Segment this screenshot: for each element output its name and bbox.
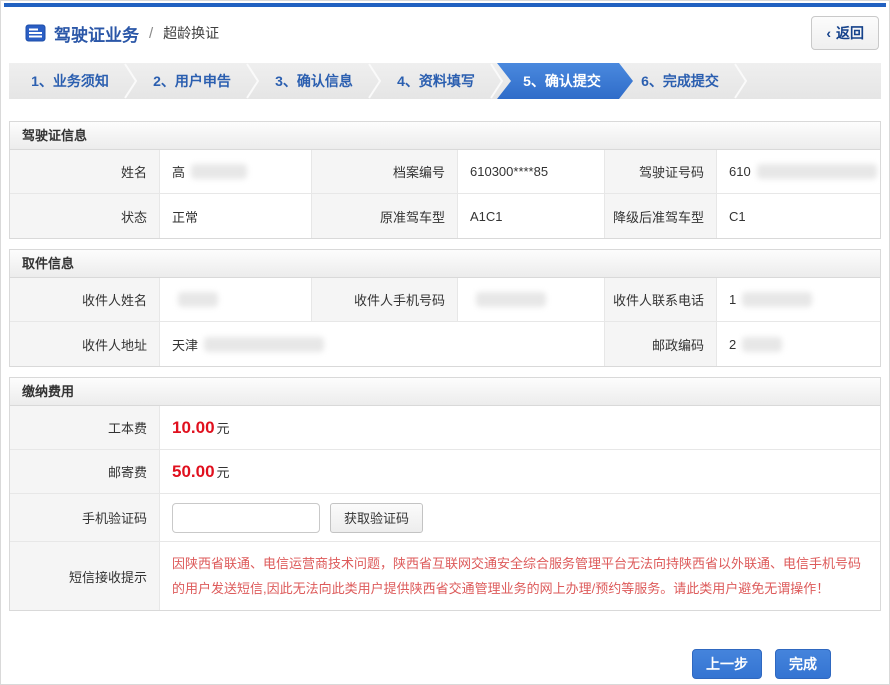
page-subtitle: 超龄换证 [163,23,219,43]
redacted-value [178,292,218,307]
recipient-name-value [160,278,312,321]
zip-label: 邮政编码 [605,322,717,366]
step-label: 5、确认提交 [523,71,601,91]
back-button-label: 返回 [836,23,864,43]
page: 驾驶证业务 / 超龄换证 ‹ 返回 1、业务须知 2、用户申告 3、确认信息 4… [0,0,890,685]
pickup-info-section: 取件信息 收件人姓名 收件人手机号码 收件人联系电话 1 收件人地址 天津 邮政… [9,249,881,367]
recipient-tel-label: 收件人联系电话 [605,278,717,321]
license-info-section: 驾驶证信息 姓名 高 档案编号 610300****85 驾驶证号码 610 状… [9,121,881,239]
step-separator-icon [124,63,138,102]
table-row: 姓名 高 档案编号 610300****85 驾驶证号码 610 [10,150,880,194]
work-fee-value: 10.00元 [160,406,880,449]
step-6-complete-submit: 6、完成提交 [619,63,741,99]
redacted-value [476,292,546,307]
license-no-value: 610 [717,150,880,193]
step-label: 6、完成提交 [641,71,719,91]
step-5-confirm-submit-active: 5、确认提交 [497,63,633,99]
section-title-pickup: 取件信息 [10,250,880,278]
table-row: 短信接收提示 因陕西省联通、电信运营商技术问题，陕西省互联网交通安全综合服务管理… [10,542,880,610]
table-row: 邮寄费 50.00元 [10,450,880,494]
steps-bar: 1、业务须知 2、用户申告 3、确认信息 4、资料填写 5、确认提交 6、完成提… [9,63,881,99]
table-row: 手机验证码 获取验证码 [10,494,880,542]
fees-section: 缴纳费用 工本费 10.00元 邮寄费 50.00元 手机验证码 获取验证码 短… [9,377,881,611]
step-4-fill-materials: 4、资料填写 [375,63,497,99]
chevron-left-icon: ‹ [826,26,831,40]
captcha-label: 手机验证码 [10,494,160,541]
license-no-label: 驾驶证号码 [605,150,717,193]
step-label: 1、业务须知 [31,71,109,91]
step-3-confirm-info: 3、确认信息 [253,63,375,99]
section-title-fees: 缴纳费用 [10,378,880,406]
step-separator-icon [734,63,748,102]
name-label: 姓名 [10,150,160,193]
postage-fee-value: 50.00元 [160,450,880,493]
step-separator-icon [368,63,382,102]
finish-button[interactable]: 完成 [775,649,831,679]
orig-class-value: A1C1 [458,194,605,238]
downgraded-class-value: C1 [717,194,880,238]
sms-notice-label: 短信接收提示 [10,542,160,610]
table-row: 状态 正常 原准驾车型 A1C1 降级后准驾车型 C1 [10,194,880,238]
get-captcha-button[interactable]: 获取验证码 [330,503,423,533]
page-title: 驾驶证业务 [54,21,139,46]
step-label: 2、用户申告 [153,71,231,91]
breadcrumb-separator: / [149,25,153,42]
redacted-value [191,164,247,179]
back-button[interactable]: ‹ 返回 [811,16,879,50]
work-fee-amount: 10.00 [172,418,215,438]
postage-fee-label: 邮寄费 [10,450,160,493]
recipient-mobile-value [458,278,605,321]
captcha-input[interactable] [172,503,320,533]
step-2-user-declaration: 2、用户申告 [131,63,253,99]
table-row: 工本费 10.00元 [10,406,880,450]
step-label: 4、资料填写 [397,71,475,91]
name-value: 高 [160,150,312,193]
table-row: 收件人姓名 收件人手机号码 收件人联系电话 1 [10,278,880,322]
redacted-value [742,337,782,352]
captcha-cell: 获取验证码 [160,494,880,541]
work-fee-unit: 元 [217,418,230,437]
recipient-name-label: 收件人姓名 [10,278,160,321]
postage-fee-amount: 50.00 [172,462,215,482]
recipient-tel-value: 1 [717,278,880,321]
file-no-value: 610300****85 [458,150,605,193]
downgraded-class-label: 降级后准驾车型 [605,194,717,238]
status-value: 正常 [160,194,312,238]
header: 驾驶证业务 / 超龄换证 ‹ 返回 [1,7,889,59]
step-label: 3、确认信息 [275,71,353,91]
recipient-address-label: 收件人地址 [10,322,160,366]
table-row: 收件人地址 天津 邮政编码 2 [10,322,880,366]
step-separator-icon [246,63,260,102]
breadcrumb: 驾驶证业务 / 超龄换证 [25,21,219,46]
redacted-value [742,292,812,307]
recipient-mobile-label: 收件人手机号码 [312,278,458,321]
orig-class-label: 原准驾车型 [312,194,458,238]
section-title-license: 驾驶证信息 [10,122,880,150]
redacted-value [204,337,324,352]
step-1-business-notice: 1、业务须知 [9,63,131,99]
postage-fee-unit: 元 [217,462,230,481]
sms-notice-cell: 因陕西省联通、电信运营商技术问题，陕西省互联网交通安全综合服务管理平台无法向持陕… [160,542,880,610]
work-fee-label: 工本费 [10,406,160,449]
footer-actions: 上一步 完成 [1,649,889,679]
recipient-address-value: 天津 [160,322,605,366]
license-form-icon [25,24,46,42]
file-no-label: 档案编号 [312,150,458,193]
redacted-value [757,164,877,179]
prev-step-button[interactable]: 上一步 [692,649,762,679]
status-label: 状态 [10,194,160,238]
zip-value: 2 [717,322,880,366]
sms-notice-text: 因陕西省联通、电信运营商技术问题，陕西省互联网交通安全综合服务管理平台无法向持陕… [172,551,868,601]
